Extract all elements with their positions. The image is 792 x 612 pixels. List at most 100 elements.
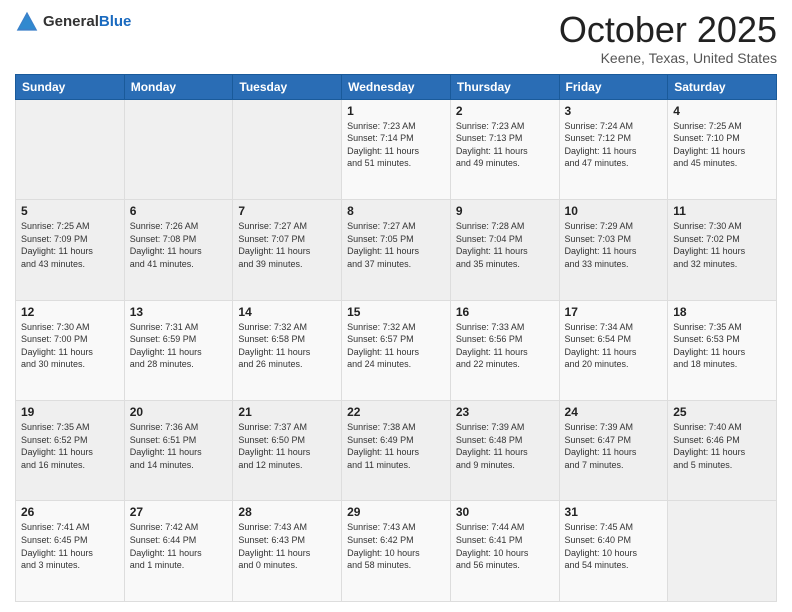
- calendar-cell: 30Sunrise: 7:44 AMSunset: 6:41 PMDayligh…: [450, 501, 559, 602]
- day-info: Sunrise: 7:33 AMSunset: 6:56 PMDaylight:…: [456, 321, 554, 371]
- day-number: 11: [673, 204, 771, 218]
- calendar-table: Sunday Monday Tuesday Wednesday Thursday…: [15, 74, 777, 602]
- day-number: 2: [456, 104, 554, 118]
- calendar-cell: 27 Sunrise: 7:42 AMSunset: 6:44 PMDayligh…: [124, 501, 233, 602]
- day-info: Sunrise: 7:40 AMSunset: 6:46 PMDaylight:…: [673, 421, 771, 471]
- day-info: Sunrise: 7:24 AMSunset: 7:12 PMDaylight:…: [565, 120, 663, 170]
- logo-general: General: [43, 13, 99, 30]
- day-info: Sunrise: 7:43 AMSunset: 6:42 PMDaylight:…: [347, 521, 445, 571]
- day-number: 8: [347, 204, 445, 218]
- calendar-body: 1Sunrise: 7:23 AMSunset: 7:14 PMDaylight…: [16, 99, 777, 601]
- day-info: Sunrise: 7:37 AMSunset: 6:50 PMDaylight:…: [238, 421, 336, 471]
- calendar-cell: 25 Sunrise: 7:40 AMSunset: 6:46 PMDayligh…: [668, 401, 777, 501]
- calendar-cell: 21Sunrise: 7:37 AMSunset: 6:50 PMDayligh…: [233, 401, 342, 501]
- col-monday: Monday: [124, 74, 233, 99]
- calendar-cell: 7Sunrise: 7:27 AMSunset: 7:07 PMDaylight…: [233, 200, 342, 300]
- day-number: 4: [673, 104, 771, 118]
- day-number: 31: [565, 505, 663, 519]
- calendar-cell: 9 Sunrise: 7:28 AMSunset: 7:04 PMDaylight…: [450, 200, 559, 300]
- calendar-cell: 1Sunrise: 7:23 AMSunset: 7:14 PMDaylight…: [342, 99, 451, 199]
- calendar-week-row-5: 26 Sunrise: 7:41 AMSunset: 6:45 PMDayligh…: [16, 501, 777, 602]
- calendar-week-row-2: 5 Sunrise: 7:25 AMSunset: 7:09 PMDaylight…: [16, 200, 777, 300]
- day-info: Sunrise: 7:35 AMSunset: 6:52 PMDaylight:…: [21, 421, 119, 471]
- calendar-cell: 23Sunrise: 7:39 AMSunset: 6:48 PMDayligh…: [450, 401, 559, 501]
- calendar-cell: 11 Sunrise: 7:30 AMSunset: 7:02 PMDayligh…: [668, 200, 777, 300]
- calendar-cell: 19 Sunrise: 7:35 AMSunset: 6:52 PMDayligh…: [16, 401, 125, 501]
- day-number: 15: [347, 305, 445, 319]
- col-tuesday: Tuesday: [233, 74, 342, 99]
- calendar-cell: 14 Sunrise: 7:32 AMSunset: 6:58 PMDayligh…: [233, 300, 342, 400]
- calendar-cell: 12 Sunrise: 7:30 AMSunset: 7:00 PMDayligh…: [16, 300, 125, 400]
- day-info: Sunrise: 7:30 AMSunset: 7:00 PMDaylight:…: [21, 321, 119, 371]
- logo-text: GeneralBlue: [43, 14, 131, 31]
- day-number: 9: [456, 204, 554, 218]
- day-number: 19: [21, 405, 119, 419]
- calendar-cell: [233, 99, 342, 199]
- day-info: Sunrise: 7:34 AMSunset: 6:54 PMDaylight:…: [565, 321, 663, 371]
- day-number: 3: [565, 104, 663, 118]
- day-info: Sunrise: 7:41 AMSunset: 6:45 PMDaylight:…: [21, 521, 119, 571]
- month-title: October 2025: [559, 10, 777, 50]
- logo-icon: [15, 10, 39, 34]
- day-info: Sunrise: 7:25 AMSunset: 7:10 PMDaylight:…: [673, 120, 771, 170]
- calendar-week-row-1: 1Sunrise: 7:23 AMSunset: 7:14 PMDaylight…: [16, 99, 777, 199]
- day-number: 29: [347, 505, 445, 519]
- day-number: 22: [347, 405, 445, 419]
- location: Keene, Texas, United States: [559, 50, 777, 66]
- calendar-cell: 20Sunrise: 7:36 AMSunset: 6:51 PMDayligh…: [124, 401, 233, 501]
- day-info: Sunrise: 7:45 AMSunset: 6:40 PMDaylight:…: [565, 521, 663, 571]
- day-number: 16: [456, 305, 554, 319]
- day-number: 25: [673, 405, 771, 419]
- day-info: Sunrise: 7:32 AMSunset: 6:57 PMDaylight:…: [347, 321, 445, 371]
- day-number: 17: [565, 305, 663, 319]
- calendar-cell: 22Sunrise: 7:38 AMSunset: 6:49 PMDayligh…: [342, 401, 451, 501]
- day-info: Sunrise: 7:32 AMSunset: 6:58 PMDaylight:…: [238, 321, 336, 371]
- calendar-cell: 26 Sunrise: 7:41 AMSunset: 6:45 PMDayligh…: [16, 501, 125, 602]
- day-info: Sunrise: 7:27 AMSunset: 7:07 PMDaylight:…: [238, 220, 336, 270]
- day-number: 10: [565, 204, 663, 218]
- col-wednesday: Wednesday: [342, 74, 451, 99]
- calendar-cell: 15 Sunrise: 7:32 AMSunset: 6:57 PMDayligh…: [342, 300, 451, 400]
- calendar-week-row-3: 12 Sunrise: 7:30 AMSunset: 7:00 PMDayligh…: [16, 300, 777, 400]
- day-info: Sunrise: 7:28 AMSunset: 7:04 PMDaylight:…: [456, 220, 554, 270]
- calendar-cell: 6Sunrise: 7:26 AMSunset: 7:08 PMDaylight…: [124, 200, 233, 300]
- day-info: Sunrise: 7:29 AMSunset: 7:03 PMDaylight:…: [565, 220, 663, 270]
- day-number: 18: [673, 305, 771, 319]
- calendar-cell: 28Sunrise: 7:43 AMSunset: 6:43 PMDayligh…: [233, 501, 342, 602]
- calendar-cell: 4 Sunrise: 7:25 AMSunset: 7:10 PMDaylight…: [668, 99, 777, 199]
- day-info: Sunrise: 7:39 AMSunset: 6:47 PMDaylight:…: [565, 421, 663, 471]
- day-info: Sunrise: 7:39 AMSunset: 6:48 PMDaylight:…: [456, 421, 554, 471]
- day-info: Sunrise: 7:43 AMSunset: 6:43 PMDaylight:…: [238, 521, 336, 571]
- day-number: 20: [130, 405, 228, 419]
- logo: GeneralBlue: [15, 10, 131, 34]
- calendar-cell: 13Sunrise: 7:31 AMSunset: 6:59 PMDayligh…: [124, 300, 233, 400]
- day-number: 13: [130, 305, 228, 319]
- calendar-cell: [16, 99, 125, 199]
- logo-blue: Blue: [99, 13, 132, 30]
- calendar-cell: 31 Sunrise: 7:45 AMSunset: 6:40 PMDayligh…: [559, 501, 668, 602]
- day-info: Sunrise: 7:23 AMSunset: 7:13 PMDaylight:…: [456, 120, 554, 170]
- day-number: 12: [21, 305, 119, 319]
- day-info: Sunrise: 7:27 AMSunset: 7:05 PMDaylight:…: [347, 220, 445, 270]
- day-number: 27: [130, 505, 228, 519]
- day-number: 24: [565, 405, 663, 419]
- day-info: Sunrise: 7:26 AMSunset: 7:08 PMDaylight:…: [130, 220, 228, 270]
- day-info: Sunrise: 7:42 AMSunset: 6:44 PMDaylight:…: [130, 521, 228, 571]
- day-info: Sunrise: 7:30 AMSunset: 7:02 PMDaylight:…: [673, 220, 771, 270]
- day-info: Sunrise: 7:35 AMSunset: 6:53 PMDaylight:…: [673, 321, 771, 371]
- col-saturday: Saturday: [668, 74, 777, 99]
- calendar-cell: [668, 501, 777, 602]
- day-number: 14: [238, 305, 336, 319]
- day-info: Sunrise: 7:44 AMSunset: 6:41 PMDaylight:…: [456, 521, 554, 571]
- main-container: GeneralBlue October 2025 Keene, Texas, U…: [0, 0, 792, 612]
- day-info: Sunrise: 7:25 AMSunset: 7:09 PMDaylight:…: [21, 220, 119, 270]
- calendar-cell: 5 Sunrise: 7:25 AMSunset: 7:09 PMDaylight…: [16, 200, 125, 300]
- calendar-cell: 2 Sunrise: 7:23 AMSunset: 7:13 PMDaylight…: [450, 99, 559, 199]
- col-friday: Friday: [559, 74, 668, 99]
- calendar-cell: 24 Sunrise: 7:39 AMSunset: 6:47 PMDayligh…: [559, 401, 668, 501]
- header: GeneralBlue October 2025 Keene, Texas, U…: [15, 10, 777, 66]
- day-number: 5: [21, 204, 119, 218]
- calendar-cell: [124, 99, 233, 199]
- calendar-cell: 17 Sunrise: 7:34 AMSunset: 6:54 PMDayligh…: [559, 300, 668, 400]
- day-number: 26: [21, 505, 119, 519]
